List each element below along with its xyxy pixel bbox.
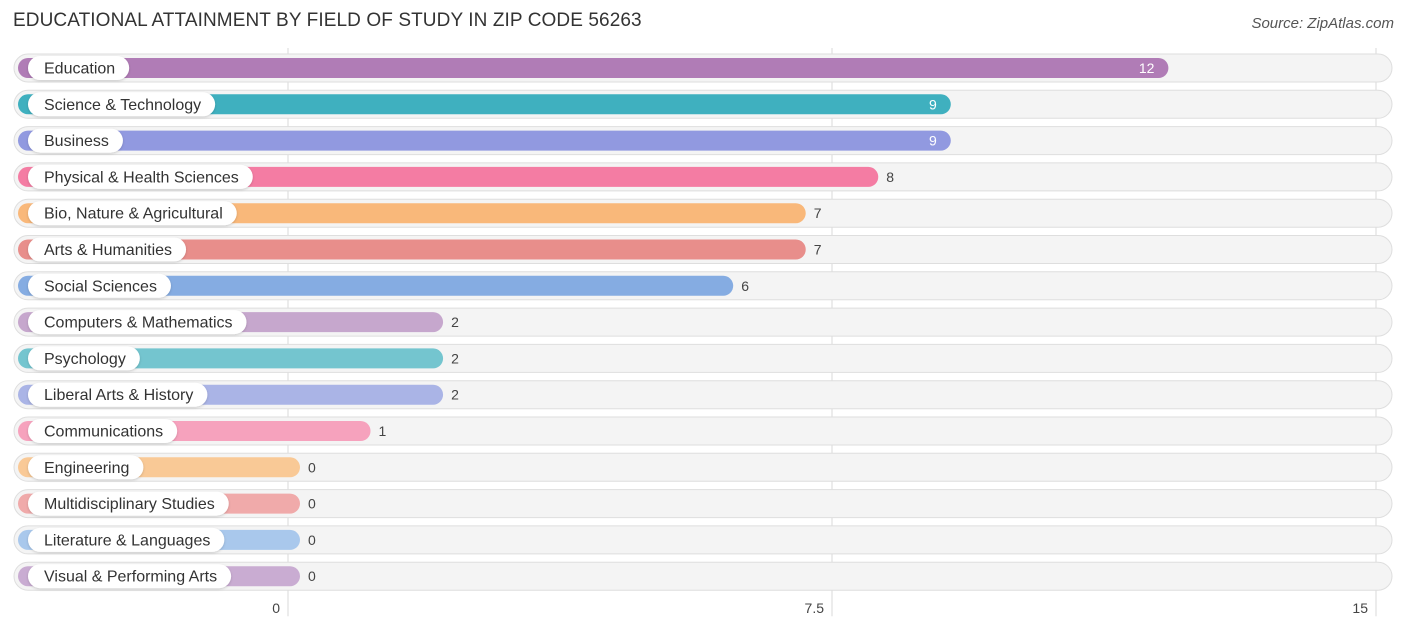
value-label: 0 bbox=[308, 568, 316, 584]
value-label: 7 bbox=[814, 205, 822, 221]
bar-chart: Education 12Science & Technology 9Business… bbox=[13, 48, 1393, 617]
bar-row: Computers & Mathematics 2 bbox=[13, 307, 1393, 337]
category-label: Computers & Mathematics bbox=[44, 315, 233, 332]
value-label: 9 bbox=[929, 96, 937, 112]
value-label: 2 bbox=[451, 314, 459, 330]
bar-row: Psychology 2 bbox=[13, 343, 1393, 373]
x-tick-label: 0 bbox=[272, 600, 280, 616]
category-label: Communications bbox=[44, 424, 163, 441]
category-label: Bio, Nature & Agricultural bbox=[44, 206, 223, 223]
category-label: Multidisciplinary Studies bbox=[44, 496, 215, 513]
bar bbox=[18, 58, 1169, 78]
value-label: 12 bbox=[1139, 60, 1155, 76]
category-label: Psychology bbox=[44, 351, 126, 368]
x-axis-ticks: 0 7.5 15 bbox=[272, 600, 1368, 616]
category-label: Arts & Humanities bbox=[44, 242, 172, 259]
bar-row: Social Sciences 6 bbox=[13, 271, 1393, 301]
value-label: 2 bbox=[451, 387, 459, 403]
category-label: Science & Technology bbox=[44, 97, 201, 114]
bar-rows: Education 12Science & Technology 9Business… bbox=[13, 53, 1393, 591]
bar-row: Engineering 0 bbox=[13, 452, 1393, 482]
bar-row: Business 9 bbox=[13, 126, 1393, 156]
value-label: 7 bbox=[814, 242, 822, 258]
value-label: 9 bbox=[929, 133, 937, 149]
bar-row: Physical & Health Sciences 8 bbox=[13, 162, 1393, 192]
x-tick-label: 7.5 bbox=[805, 600, 825, 616]
value-label: 0 bbox=[308, 459, 316, 475]
value-label: 0 bbox=[308, 532, 316, 548]
bar bbox=[18, 130, 951, 151]
bar-row: Science & Technology 9 bbox=[13, 89, 1393, 119]
category-label: Education bbox=[44, 61, 115, 78]
bar-row: Visual & Performing Arts 0 bbox=[13, 561, 1393, 591]
category-label: Liberal Arts & History bbox=[44, 387, 193, 404]
bar-row: Bio, Nature & Agricultural 7 bbox=[13, 198, 1393, 228]
bar-row: Communications 1 bbox=[13, 416, 1393, 446]
value-label: 2 bbox=[451, 350, 459, 366]
bar-row: Multidisciplinary Studies 0 bbox=[13, 489, 1393, 519]
bar-row: Literature & Languages 0 bbox=[13, 525, 1393, 555]
value-label: 1 bbox=[379, 423, 387, 439]
value-label: 6 bbox=[741, 278, 749, 294]
bar-row: Education 12 bbox=[13, 53, 1393, 83]
bar-row: Liberal Arts & History 2 bbox=[13, 380, 1393, 410]
category-label: Engineering bbox=[44, 460, 129, 477]
x-tick-label: 15 bbox=[1352, 600, 1368, 616]
value-label: 0 bbox=[308, 496, 316, 512]
category-label: Literature & Languages bbox=[44, 532, 210, 549]
category-label: Visual & Performing Arts bbox=[44, 569, 217, 586]
category-label: Physical & Health Sciences bbox=[44, 169, 239, 186]
value-label: 8 bbox=[886, 169, 894, 185]
category-label: Business bbox=[44, 133, 109, 150]
category-label: Social Sciences bbox=[44, 278, 157, 295]
bar-row: Arts & Humanities 7 bbox=[13, 235, 1393, 264]
